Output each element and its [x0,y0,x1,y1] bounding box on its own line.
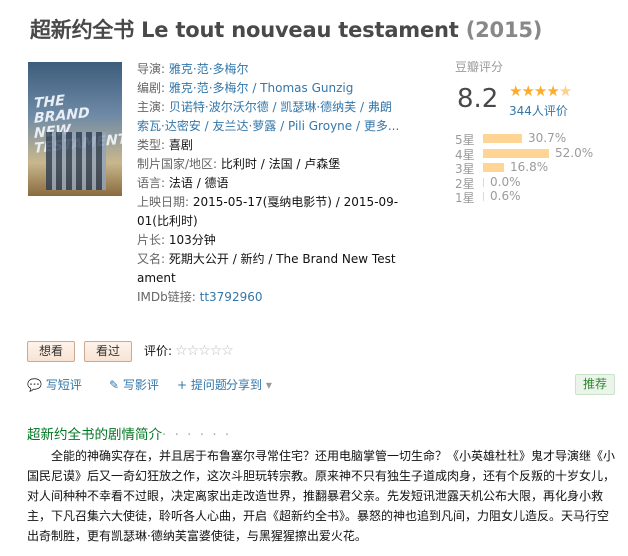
aka-value: 死期大公开 / 新约 / The Brand New Test [168,252,396,266]
genre-row: 类型: 喜剧 [137,138,193,152]
cast-row: 主演: 贝诺特·波尔沃尔德 / 凯瑟琳·德纳芙 / 弗朗 [137,100,392,114]
release-value: 2015-05-17(戛纳电影节) / 2015-09- [192,195,399,209]
imdb-row: IMDb链接: tt3792960 [137,290,263,304]
rating-row-percent: 52.0% [555,145,594,160]
recommend-button[interactable]: 推荐 [575,374,615,395]
writer-link[interactable]: 雅克·范·多梅尔 / Thomas Gunzig [169,81,353,95]
language-row: 语言: 法语 / 德语 [137,176,229,190]
rating-row-bar [483,148,549,158]
poster-building-art [46,132,106,190]
language-value: 法语 / 德语 [168,176,229,190]
rating-panel: 豆瓣评分 8.2 ★★★★★ 344人评价 [455,58,572,118]
director-link[interactable]: 雅克·范·多梅尔 [169,62,249,76]
write-review-button[interactable]: ✎ 写影评 [109,376,159,393]
movie-info: 导演: 雅克·范·多梅尔 编剧: 雅克·范·多梅尔 / Thomas Gunzi… [137,60,399,307]
comment-icon: 💬 [27,378,42,392]
plus-icon: + [177,378,188,392]
director-row: 导演: 雅克·范·多梅尔 [137,62,249,76]
movie-title: 超新约全书 Le tout nouveau testament [30,18,459,42]
rating-row-percent: 0.0% [490,174,521,189]
empty-stars-icon[interactable]: ☆☆☆☆☆ [175,343,234,359]
imdb-link[interactable]: tt3792960 [200,290,263,304]
summary-heading: 超新约全书的剧情简介· · · · · · [27,427,232,443]
rating-score: 8.2 [457,84,499,114]
rating-row-percent: 16.8% [510,160,549,175]
pencil-icon: ✎ [109,378,120,392]
page-title: 超新约全书 Le tout nouveau testament (2015) [30,14,542,44]
movie-year: (2015) [465,18,543,42]
share-dropdown[interactable]: 分享到 ▾ [226,376,272,393]
rating-row-percent: 30.7% [528,131,567,145]
cast-link-2[interactable]: 索瓦·达密安 / 友兰达·萝露 / Pili Groyne / 更多... [137,119,399,133]
cast-row-2: 索瓦·达密安 / 友兰达·萝露 / Pili Groyne / 更多... [137,117,399,136]
write-short-review-button[interactable]: 💬 写短评 [27,376,82,393]
rating-row-percent: 0.6% [490,189,521,204]
chevron-down-icon: ▾ [265,378,272,392]
rating-row-bar [483,163,504,173]
release-value-2: 01(比利时) [137,214,198,228]
movie-poster[interactable]: THEBRANDNEWTESTAMENT [28,62,122,196]
rate-label: 评价: [144,344,173,358]
aka-value-2: ament [137,271,176,285]
heading-dots: · · · · · · [162,427,232,443]
plot-summary: 全能的神确实存在，并且居于布鲁塞尔寻常住宅？还用电脑掌管一切生命？《小英雄杜杜》… [27,449,616,543]
watched-button[interactable]: 看过 [84,341,132,362]
release-row: 上映日期: 2015-05-17(戛纳电影节) / 2015-09- [137,195,399,209]
runtime-value: 103分钟 [168,233,216,247]
aka-row: 又名: 死期大公开 / 新约 / The Brand New Test [137,252,396,266]
country-value: 比利时 / 法国 / 卢森堡 [220,157,341,171]
writer-row: 编剧: 雅克·范·多梅尔 / Thomas Gunzig [137,81,354,95]
star-rating-icon: ★★★★★ [509,82,572,100]
release-row-2: 01(比利时) [137,212,389,231]
rating-label: 豆瓣评分 [455,60,504,74]
rating-row-bar [483,192,484,202]
rating-row-bar [483,177,484,187]
rating-row-bar [483,134,522,143]
aka-row-2: ament [137,269,389,288]
votes-link[interactable]: 344人评价 [509,102,568,119]
runtime-row: 片长: 103分钟 [137,233,216,247]
rating-row-label: 1星 [455,191,475,206]
ask-question-button[interactable]: + 提问题 [177,376,227,393]
genre-value: 喜剧 [168,138,193,152]
cast-link[interactable]: 贝诺特·波尔沃尔德 / 凯瑟琳·德纳芙 / 弗朗 [169,100,392,114]
want-to-watch-button[interactable]: 想看 [27,341,75,362]
rate-widget: 评价: ☆☆☆☆☆ [144,342,234,359]
country-row: 制片国家/地区: 比利时 / 法国 / 卢森堡 [137,157,341,171]
